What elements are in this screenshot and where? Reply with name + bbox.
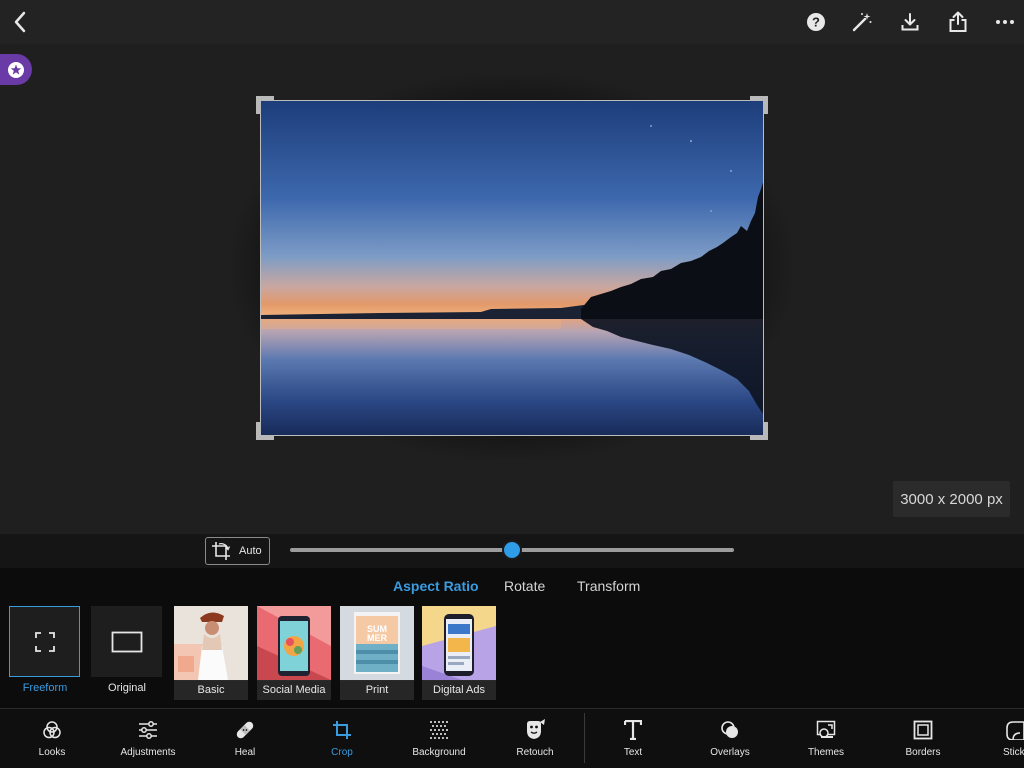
lake-sunset-image <box>261 101 763 435</box>
editing-canvas: 3000 x 2000 px <box>0 44 1024 534</box>
share-icon <box>949 11 967 32</box>
adjustments-icon <box>138 719 158 741</box>
tool-adjustments-label: Adjustments <box>120 747 176 758</box>
auto-crop-icon <box>212 542 231 560</box>
auto-straighten-button[interactable]: Auto <box>205 537 270 565</box>
preset-basic[interactable]: Basic <box>174 606 248 700</box>
tool-stickers[interactable]: Stick <box>975 719 1024 758</box>
crop-handle-top-left[interactable] <box>256 96 274 114</box>
ratio-freeform-button[interactable] <box>9 606 80 677</box>
preset-digital-ads[interactable]: Digital Ads <box>422 606 496 700</box>
tool-looks[interactable]: Looks <box>12 719 92 758</box>
more-dots-icon <box>996 20 1014 24</box>
tool-stickers-label: Stick <box>1003 747 1024 758</box>
toolbar-divider <box>584 713 585 763</box>
tool-borders[interactable]: Borders <box>883 719 963 758</box>
tool-background-label: Background <box>412 747 466 758</box>
tool-crop[interactable]: Crop <box>302 719 382 758</box>
straighten-bar: Auto <box>0 534 1024 568</box>
svg-text:MER: MER <box>367 633 388 643</box>
tool-text[interactable]: Text <box>593 719 673 758</box>
overlays-icon <box>720 719 740 741</box>
preset-digital-ads-label: Digital Ads <box>422 681 496 700</box>
chevron-left-icon <box>14 11 26 33</box>
premium-badge[interactable] <box>0 54 32 85</box>
tab-aspect-ratio[interactable]: Aspect Ratio <box>393 578 479 594</box>
tool-overlays[interactable]: Overlays <box>690 719 770 758</box>
tool-heal[interactable]: Heal <box>205 719 285 758</box>
tool-adjustments[interactable]: Adjustments <box>108 719 188 758</box>
basic-preset-thumbnail <box>174 606 248 680</box>
social-media-preset-thumbnail <box>257 606 331 680</box>
star-icon <box>8 61 24 78</box>
digital-ads-preset-thumbnail <box>422 606 496 680</box>
looks-icon <box>42 719 62 741</box>
ratio-original-button[interactable] <box>91 606 162 677</box>
tool-borders-label: Borders <box>905 747 941 758</box>
crop-icon <box>332 719 352 741</box>
tool-crop-label: Crop <box>331 747 353 758</box>
text-icon <box>624 719 642 741</box>
bandage-icon <box>234 719 256 741</box>
help-button[interactable]: ? <box>802 8 830 36</box>
crop-options-panel: Aspect Ratio Rotate Transform Freeform O… <box>0 568 1024 708</box>
tool-retouch[interactable]: Retouch <box>495 719 575 758</box>
crop-handle-bottom-left[interactable] <box>256 422 274 440</box>
tab-rotate[interactable]: Rotate <box>504 578 545 594</box>
share-button[interactable] <box>944 8 972 36</box>
tool-background[interactable]: Background <box>399 719 479 758</box>
download-button[interactable] <box>896 8 924 36</box>
bottom-toolbar: Looks Adjustments Heal Crop Background R… <box>0 708 1024 768</box>
tool-overlays-label: Overlays <box>710 747 750 758</box>
more-options-button[interactable] <box>991 8 1019 36</box>
original-ratio-icon <box>111 631 142 652</box>
help-icon: ? <box>807 13 825 31</box>
preset-social-media[interactable]: Social Media <box>257 606 331 700</box>
top-bar: ? <box>0 0 1024 44</box>
preset-print-label: Print <box>340 681 414 700</box>
tool-themes-label: Themes <box>807 747 845 758</box>
retouch-icon <box>524 719 546 741</box>
borders-icon <box>913 719 933 741</box>
print-preset-thumbnail: SUM MER <box>340 606 414 680</box>
auto-label: Auto <box>239 545 262 557</box>
ratio-original-label: Original <box>108 682 146 694</box>
stickers-icon <box>975 719 1024 741</box>
magic-wand-icon <box>852 13 872 32</box>
image-dimensions-badge: 3000 x 2000 px <box>893 481 1010 517</box>
themes-icon <box>816 719 836 741</box>
photo-preview[interactable] <box>260 100 764 436</box>
ratio-freeform-label: Freeform <box>22 682 68 694</box>
background-icon <box>429 719 449 741</box>
tool-text-label: Text <box>623 747 643 758</box>
preset-print[interactable]: SUM MER Print <box>340 606 414 700</box>
tool-retouch-label: Retouch <box>516 747 554 758</box>
tab-transform[interactable]: Transform <box>577 578 640 594</box>
straighten-slider-thumb[interactable] <box>502 540 522 560</box>
svg-text:?: ? <box>812 15 820 30</box>
preset-basic-label: Basic <box>174 681 248 700</box>
tool-looks-label: Looks <box>38 747 66 758</box>
auto-fix-button[interactable] <box>848 8 876 36</box>
freeform-icon <box>34 631 55 652</box>
download-icon <box>901 13 919 31</box>
crop-handle-top-right[interactable] <box>750 96 768 114</box>
back-button[interactable] <box>6 8 34 36</box>
crop-handle-bottom-right[interactable] <box>750 422 768 440</box>
preset-social-media-label: Social Media <box>257 681 331 700</box>
tool-themes[interactable]: Themes <box>786 719 866 758</box>
tool-heal-label: Heal <box>234 747 256 758</box>
